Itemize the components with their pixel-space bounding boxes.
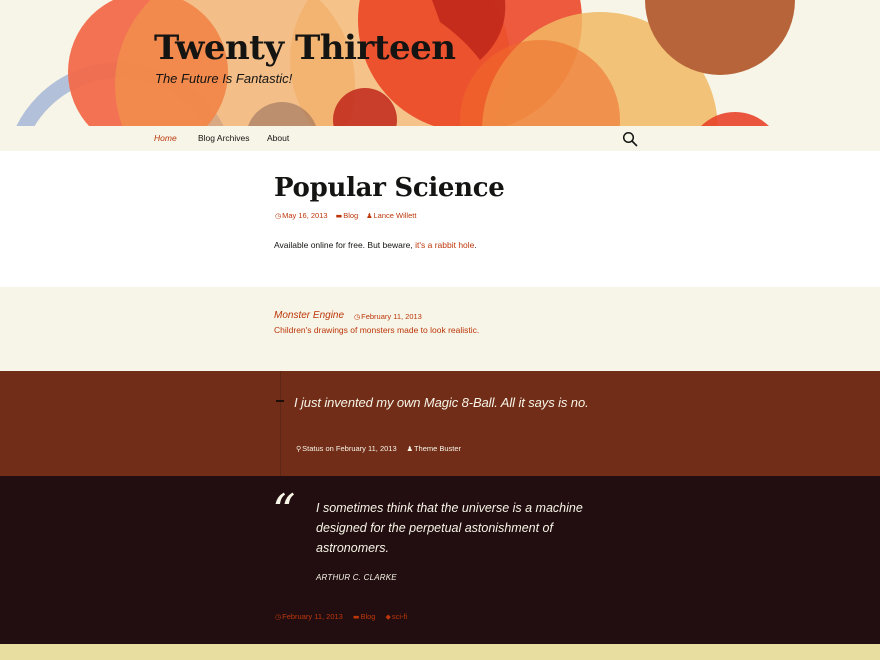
status-divider xyxy=(280,371,281,476)
post-quote: “ I sometimes think that the universe is… xyxy=(0,476,880,644)
main-navigation: Home Blog Archives About xyxy=(0,127,880,151)
quote-text: I sometimes think that the universe is a… xyxy=(316,501,583,555)
post-status: I just invented my own Magic 8-Ball. All… xyxy=(0,371,880,476)
post-author-link[interactable]: ♟Lance Willett xyxy=(366,211,416,220)
aside-description[interactable]: Children's drawings of monsters made to … xyxy=(274,325,479,335)
status-marker xyxy=(276,400,284,402)
user-icon: ♟ xyxy=(366,212,373,220)
post-monster-engine: Monster Engine ◷February 11, 2013 Childr… xyxy=(0,287,880,371)
nav-item-blog-archives[interactable]: Blog Archives xyxy=(198,133,250,143)
post-meta: ◷May 16, 2013 ▬Blog ♟Lance Willett xyxy=(275,211,416,220)
post-content: Available online for free. But beware, i… xyxy=(274,240,477,250)
site-description: The Future Is Fantastic! xyxy=(155,71,293,86)
clock-icon: ◷ xyxy=(275,212,282,220)
nav-item-home[interactable]: Home xyxy=(154,133,177,143)
status-author-link[interactable]: ♟Theme Buster xyxy=(407,444,461,453)
user-icon: ♟ xyxy=(406,445,413,453)
post-popular-science: Popular Science ◷May 16, 2013 ▬Blog ♟Lan… xyxy=(0,151,880,287)
site-title[interactable]: Twenty Thirteen xyxy=(154,28,456,68)
status-date-link[interactable]: ⚲Status on February 11, 2013 xyxy=(296,444,397,453)
post-title[interactable]: Popular Science xyxy=(274,173,505,203)
pin-icon: ⚲ xyxy=(296,445,302,453)
quote-meta: ◷February 11, 2013 ▬Blog ◆sci-fi xyxy=(275,612,407,621)
aside-date-link[interactable]: ◷February 11, 2013 xyxy=(354,312,422,321)
folder-icon: ▬ xyxy=(335,212,343,220)
quote-category-link[interactable]: ▬Blog xyxy=(353,612,376,621)
rabbit-hole-link[interactable]: it's a rabbit hole xyxy=(415,240,474,250)
post-date-link[interactable]: ◷May 16, 2013 xyxy=(275,211,328,220)
post-category-link[interactable]: ▬Blog xyxy=(336,211,359,220)
quote-mark-icon: “ xyxy=(272,484,296,538)
quote-citation: ARTHUR C. CLARKE xyxy=(316,573,397,582)
aside-link-title[interactable]: Monster Engine xyxy=(274,310,344,321)
clock-icon: ◷ xyxy=(354,313,361,321)
quote-tag-link[interactable]: ◆sci-fi xyxy=(385,612,407,621)
status-text: I just invented my own Magic 8-Ball. All… xyxy=(294,395,589,410)
site-header: Twenty Thirteen The Future Is Fantastic! xyxy=(0,0,880,127)
search-icon[interactable] xyxy=(622,131,638,147)
nav-item-about[interactable]: About xyxy=(267,133,289,143)
quote-date-link[interactable]: ◷February 11, 2013 xyxy=(275,612,343,621)
clock-icon: ◷ xyxy=(275,613,282,621)
next-post-strip xyxy=(0,644,880,660)
tag-icon: ◆ xyxy=(385,613,391,621)
status-meta: ⚲Status on February 11, 2013 ♟Theme Bust… xyxy=(296,444,461,453)
folder-icon: ▬ xyxy=(352,613,360,621)
